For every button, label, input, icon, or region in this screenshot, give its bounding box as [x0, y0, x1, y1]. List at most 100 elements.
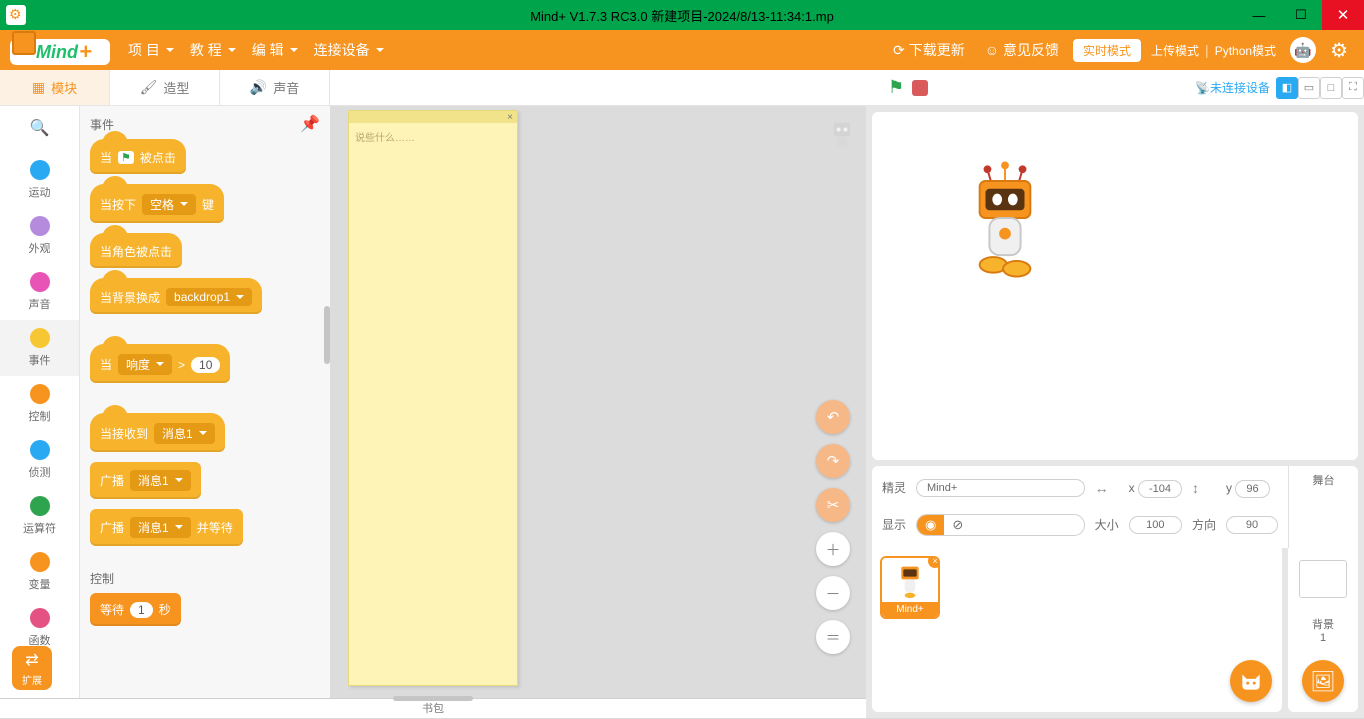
sprite-card-name: Mind+ — [882, 602, 938, 617]
app-logo[interactable]: Mind+ — [10, 33, 110, 67]
loudness-value-input[interactable]: 10 — [191, 357, 220, 373]
window-close-button[interactable]: ✕ — [1322, 0, 1364, 30]
y-icon: ↕ — [1192, 480, 1216, 496]
block-when-sprite-clicked[interactable]: 当角色被点击 — [90, 233, 182, 268]
loudness-dropdown[interactable]: 响度 — [118, 354, 172, 375]
block-when-receive[interactable]: 当接收到 消息1 — [90, 413, 225, 452]
zoom-in-button[interactable]: ＋ — [816, 532, 850, 566]
tab-sounds[interactable]: 🔊声音 — [220, 70, 330, 105]
block-when-flag-clicked[interactable]: 当 ⚑ 被点击 — [90, 139, 186, 174]
stage[interactable] — [872, 112, 1358, 460]
category-sensing[interactable]: 侦测 — [0, 432, 79, 488]
undo-button[interactable]: ↶ — [816, 400, 850, 434]
fullscreen-button[interactable]: ⛶ — [1342, 77, 1364, 99]
comment-close-icon[interactable]: × — [349, 111, 517, 123]
redo-button[interactable]: ↷ — [816, 444, 850, 478]
block-wait[interactable]: 等待 1 秒 — [90, 593, 181, 626]
category-looks[interactable]: 外观 — [0, 208, 79, 264]
mode-realtime-button[interactable]: 实时模式 — [1073, 39, 1141, 62]
mode-python-button[interactable]: Python模式 — [1215, 42, 1276, 59]
broadcast-wait-dropdown[interactable]: 消息1 — [130, 517, 191, 538]
search-icon[interactable]: 🔍 — [30, 118, 50, 138]
palette-header-control: 控制 — [90, 570, 320, 587]
mode-upload-button[interactable]: 上传模式 — [1151, 42, 1199, 59]
window-minimize-button[interactable]: — — [1238, 0, 1280, 30]
comment-text[interactable]: 说些什么…… — [349, 123, 517, 150]
add-sprite-button[interactable] — [1230, 660, 1272, 702]
block-when-backdrop-switches[interactable]: 当背景换成 backdrop1 — [90, 278, 262, 314]
sprite-delete-icon[interactable]: × — [928, 556, 940, 568]
sprite-y-input[interactable]: 96 — [1235, 480, 1269, 498]
stage-thumbnail[interactable] — [1299, 560, 1347, 598]
sprite-label: 精灵 — [882, 479, 906, 496]
sprite-card[interactable]: × Mind+ — [880, 556, 940, 619]
tab-bar: ▦模块 🖌造型 🔊声音 ⚑ 📡未连接设备 ◧ ▭ □ ⛶ — [0, 70, 1364, 106]
zoom-reset-button[interactable]: ＝ — [816, 620, 850, 654]
wait-value-input[interactable]: 1 — [130, 602, 153, 618]
stop-button[interactable] — [912, 80, 928, 96]
menu-project[interactable]: 项 目 — [128, 40, 174, 60]
pin-icon[interactable]: 📌 — [300, 114, 320, 134]
sprite-info-panel: 精灵 Mind+ ↔ x -104 ↕ y 96 显示 ◉⊘ 大小 100 方向… — [872, 466, 1358, 548]
add-backdrop-button[interactable]: 🖼 — [1302, 660, 1344, 702]
speaker-icon: 🔊 — [250, 79, 267, 96]
connection-status[interactable]: 📡未连接设备 — [1195, 79, 1270, 96]
key-dropdown[interactable]: 空格 — [142, 194, 196, 215]
script-canvas[interactable]: × 说些什么…… ↶ ↷ ✂ ＋ － ＝ ➤ — [330, 106, 866, 698]
download-update-button[interactable]: ⟳下载更新 — [893, 40, 965, 60]
logo-robot-icon — [12, 31, 36, 55]
category-variables[interactable]: 变量 — [0, 544, 79, 600]
backdrop-count: 1 — [1320, 632, 1326, 644]
app-icon — [6, 5, 26, 25]
comment-note[interactable]: × 说些什么…… — [348, 110, 518, 686]
block-when-loudness-gt[interactable]: 当 响度 > 10 — [90, 344, 230, 383]
sprite-name-input[interactable]: Mind+ — [916, 479, 1085, 497]
sprite-list: × Mind+ — [872, 548, 1282, 712]
logo-plus: + — [79, 39, 92, 65]
show-off-icon[interactable]: ⊘ — [944, 515, 971, 535]
block-broadcast[interactable]: 广播 消息1 — [90, 462, 201, 499]
category-operators[interactable]: 运算符 — [0, 488, 79, 544]
tab-costumes[interactable]: 🖌造型 — [110, 70, 220, 105]
window-title: Mind+ V1.7.3 RC3.0 新建项目-2024/8/13-11:34:… — [530, 6, 834, 25]
backpack-bar[interactable]: 书包 — [0, 698, 866, 718]
feedback-button[interactable]: ☺意见反馈 — [985, 40, 1059, 60]
visibility-toggle[interactable]: ◉⊘ — [916, 514, 1085, 536]
block-broadcast-wait[interactable]: 广播 消息1 并等待 — [90, 509, 243, 546]
tab-code[interactable]: ▦模块 — [0, 70, 110, 105]
stage-info-column: 舞台 — [1288, 466, 1358, 548]
sprite-watermark — [828, 116, 856, 150]
backdrop-dropdown[interactable]: backdrop1 — [166, 288, 252, 306]
stage-small-button[interactable]: ◧ — [1276, 77, 1298, 99]
message-dropdown[interactable]: 消息1 — [154, 423, 215, 444]
sprite-x-input[interactable]: -104 — [1138, 480, 1182, 498]
broadcast-dropdown[interactable]: 消息1 — [130, 470, 191, 491]
menu-edit[interactable]: 编 辑 — [252, 40, 298, 60]
size-label: 大小 — [1095, 516, 1119, 533]
sprite-size-input[interactable]: 100 — [1129, 516, 1182, 534]
window-titlebar: Mind+ V1.7.3 RC3.0 新建项目-2024/8/13-11:34:… — [0, 0, 1364, 30]
green-flag-button[interactable]: ⚑ — [888, 77, 904, 98]
menu-connect-device[interactable]: 连接设备 — [314, 40, 384, 60]
stage-large-button[interactable]: ▭ — [1298, 77, 1320, 99]
category-motion[interactable]: 运动 — [0, 152, 79, 208]
green-flag-icon: ⚑ — [118, 151, 134, 164]
stage-hide-button[interactable]: □ — [1320, 77, 1342, 99]
category-rail: 🔍 运动 外观 声音 事件 控制 侦测 运算符 变量 函数 — [0, 106, 80, 698]
settings-gear-icon[interactable]: ⚙ — [1330, 38, 1348, 63]
extensions-button[interactable]: ⇄扩展 — [12, 646, 52, 690]
zoom-out-button[interactable]: － — [816, 576, 850, 610]
category-control[interactable]: 控制 — [0, 376, 79, 432]
block-when-key-pressed[interactable]: 当按下 空格 键 — [90, 184, 224, 223]
show-on-icon[interactable]: ◉ — [917, 515, 944, 535]
sprite-on-stage[interactable] — [966, 160, 1044, 280]
crop-button[interactable]: ✂ — [816, 488, 850, 522]
window-maximize-button[interactable]: ☐ — [1280, 0, 1322, 30]
category-sound[interactable]: 声音 — [0, 264, 79, 320]
category-events[interactable]: 事件 — [0, 320, 79, 376]
sprite-direction-input[interactable]: 90 — [1226, 516, 1278, 534]
menu-bar: Mind+ 项 目 教 程 编 辑 连接设备 ⟳下载更新 ☺意见反馈 实时模式 … — [0, 30, 1364, 70]
palette-header-events: 事件 — [90, 116, 320, 133]
menu-tutorial[interactable]: 教 程 — [190, 40, 236, 60]
user-avatar[interactable]: 🤖 — [1290, 37, 1316, 63]
